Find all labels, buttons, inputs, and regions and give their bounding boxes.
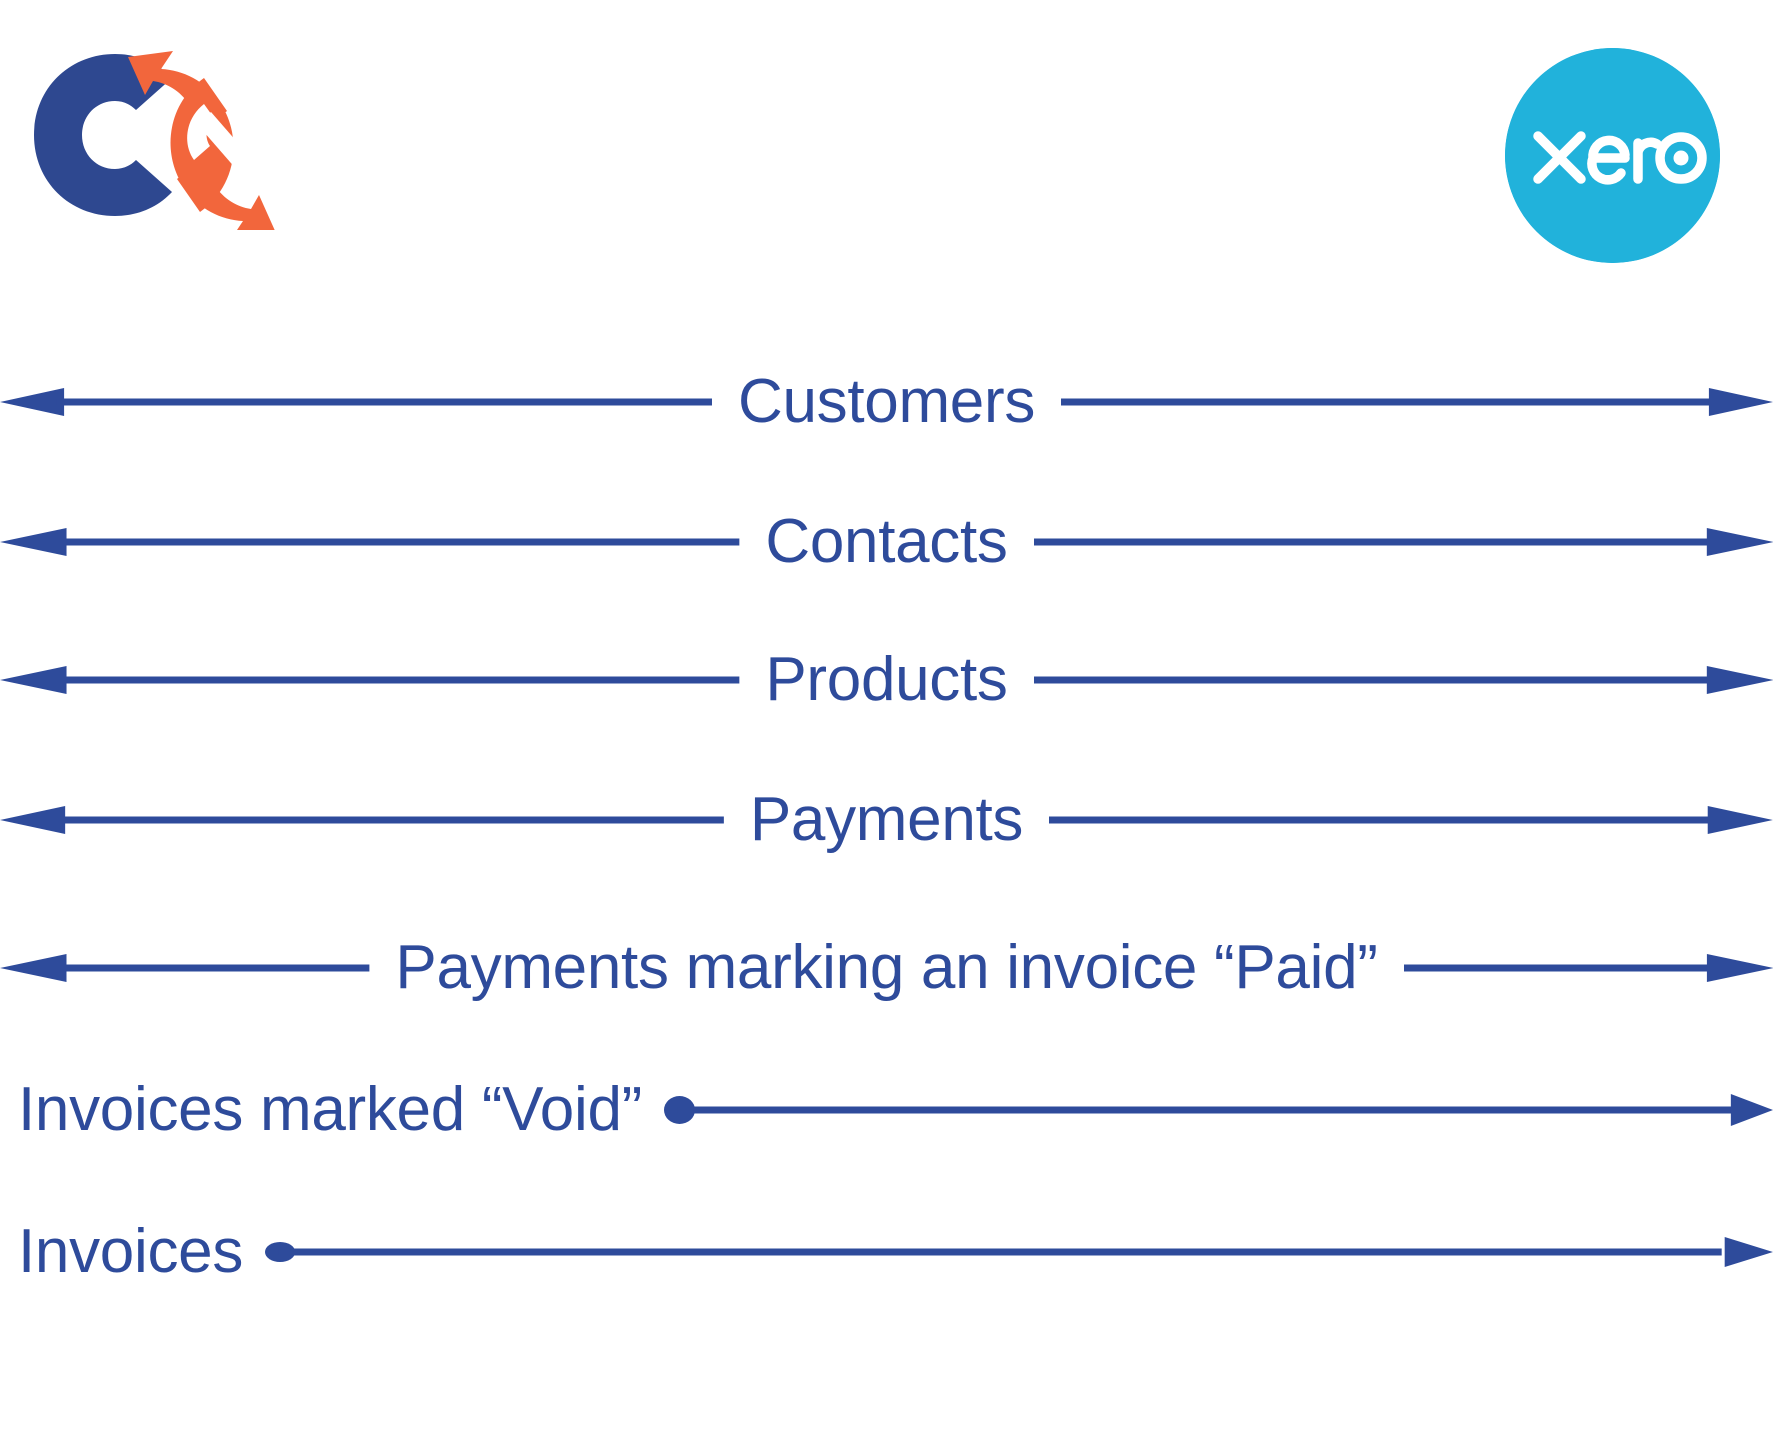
xero-logo-dot (1673, 150, 1689, 166)
flow-line-left-payments-marking-paid (0, 920, 370, 1016)
flow-row-products: Products (0, 632, 1773, 728)
flow-label-customers: Customers (737, 367, 1036, 436)
flow-line-right-payments (1049, 772, 1773, 868)
flow-row-payments-marking-paid: Payments marking an invoice “Paid” (0, 920, 1773, 1016)
flow-line-left-payments (0, 772, 724, 868)
flow-line-left-products (0, 632, 740, 728)
flow-line-right-contacts (1033, 494, 1773, 590)
flow-row-payments: Payments (0, 772, 1773, 868)
xero-logo (1505, 48, 1720, 263)
flow-label-products: Products (765, 645, 1008, 714)
flow-row-contacts: Contacts (0, 494, 1773, 590)
flow-label-invoices-marked-void: Invoices marked “Void” (18, 1075, 642, 1144)
commercient-sync-logo (18, 40, 318, 239)
flow-line-left-customers (0, 354, 712, 450)
flow-line-left-contacts (0, 494, 740, 590)
flow-label-payments: Payments (749, 785, 1024, 854)
flow-label-payments-marking-paid: Payments marking an invoice “Paid” (395, 933, 1378, 1002)
flow-label-contacts: Contacts (765, 507, 1008, 576)
flow-row-invoices-marked-void: Invoices marked “Void” (0, 1062, 1773, 1158)
flow-line-right-payments-marking-paid (1403, 920, 1773, 1016)
flow-line-invoices-marked-void (664, 1062, 1773, 1158)
flow-row-customers: Customers (0, 354, 1773, 450)
diagram-canvas: Customers Contacts Products Payments Pay… (0, 0, 1773, 1456)
flow-line-right-customers (1061, 354, 1773, 450)
flow-line-invoices (265, 1204, 1773, 1300)
flow-label-invoices: Invoices (18, 1217, 244, 1286)
flow-row-invoices: Invoices (0, 1204, 1773, 1300)
flow-line-right-products (1033, 632, 1773, 728)
